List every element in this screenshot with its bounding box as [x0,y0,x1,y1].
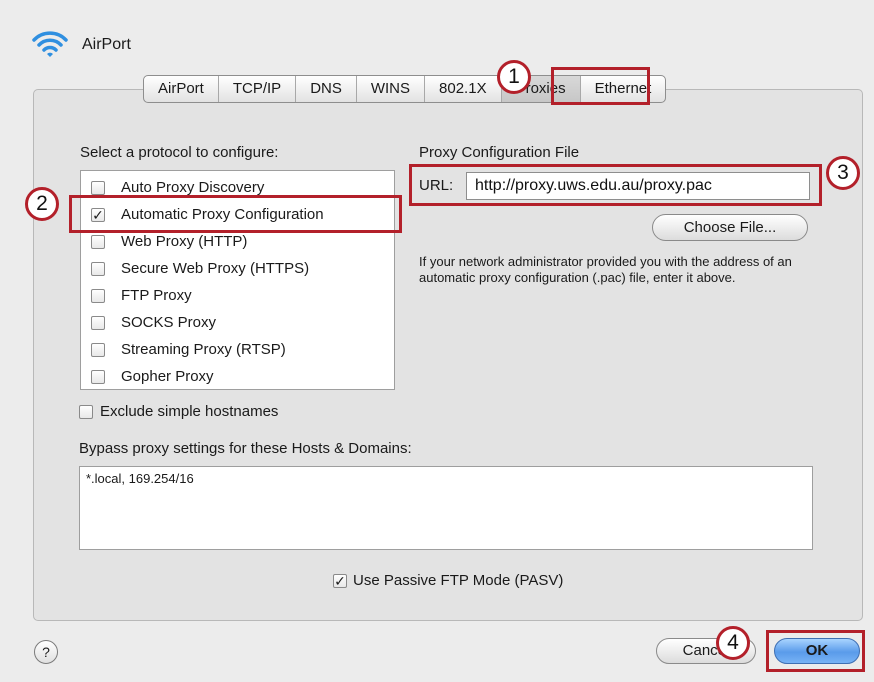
checkbox[interactable] [91,369,105,384]
checkbox[interactable] [91,342,105,357]
tab-airport[interactable]: AirPort [144,76,219,102]
passive-ftp-checkbox[interactable]: ✓ [333,573,347,588]
auto-config-highlight [69,195,402,233]
config-file-heading: Proxy Configuration File [419,144,580,161]
checkbox[interactable] [91,261,105,276]
checkbox[interactable] [91,234,105,249]
list-item[interactable]: FTP Proxy [81,282,394,309]
bypass-textarea[interactable]: *.local, 169.254/16 [79,466,813,550]
proxies-tab-highlight [551,67,650,105]
checkbox[interactable] [91,288,105,303]
checkbox[interactable] [91,180,105,195]
window-title: AirPort [82,36,131,53]
passive-ftp-row[interactable]: ✓ Use Passive FTP Mode (PASV) [333,572,563,589]
callout-3: 3 [826,156,860,190]
exclude-simple-label: Exclude simple hostnames [100,403,279,420]
ok-button-highlight [766,630,865,672]
exclude-simple-checkbox[interactable] [79,404,93,419]
tab-8021x[interactable]: 802.1X [425,76,502,102]
choose-file-button[interactable]: Choose File... [652,214,808,241]
protocol-list-heading: Select a protocol to configure: [80,144,279,161]
help-text: If your network administrator provided y… [419,254,792,285]
bypass-label: Bypass proxy settings for these Hosts & … [79,440,412,457]
tab-tcpip[interactable]: TCP/IP [219,76,297,102]
exclude-simple-row[interactable]: Exclude simple hostnames [79,403,278,420]
callout-4: 4 [716,626,750,660]
tab-dns[interactable]: DNS [296,76,357,102]
tab-wins[interactable]: WINS [357,76,426,102]
list-item[interactable]: SOCKS Proxy [81,309,394,336]
checkbox[interactable] [91,315,105,330]
callout-1: 1 [497,60,531,94]
help-button[interactable]: ? [34,640,58,664]
callout-2: 2 [25,187,59,221]
list-item[interactable]: Gopher Proxy [81,363,394,390]
wifi-icon [32,31,68,57]
list-item[interactable]: Streaming Proxy (RTSP) [81,336,394,363]
list-item[interactable]: Secure Web Proxy (HTTPS) [81,255,394,282]
url-field-highlight [409,164,822,206]
passive-ftp-label: Use Passive FTP Mode (PASV) [353,572,564,589]
